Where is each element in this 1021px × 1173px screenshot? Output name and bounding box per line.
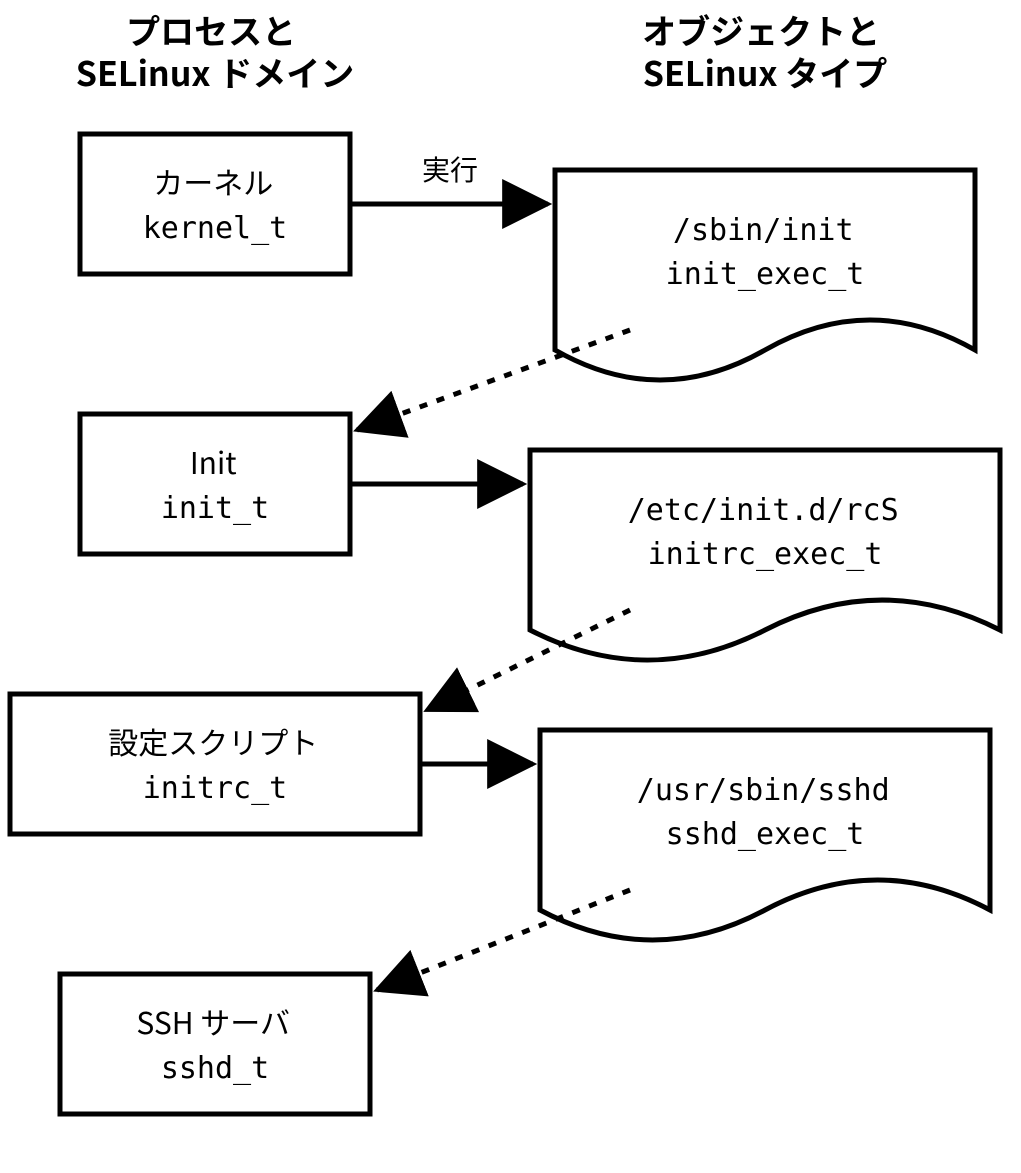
object-node-usr-sbin-sshd: /usr/sbin/sshd sshd_exec_t [540,730,990,940]
transition-arrow-sshd-to-sshd_t [377,890,630,990]
svg-text:カーネル kernel_t: カーネル kernel_t [143,159,288,246]
process-node-initrc: 設定スクリプト initrc_t [10,694,420,834]
transition-arrow-init-to-init_t [357,330,630,430]
process-node-kernel: カーネル kernel_t [80,134,350,274]
selinux-transition-diagram: プロセスと SELinux ドメイン オブジェクトと SELinux タイプ カ… [0,0,1021,1173]
object-node-sbin-init: /sbin/init init_exec_t [555,170,975,380]
process-node-sshd: SSH サーバ sshd_t [60,974,370,1114]
left-column-title: プロセスと SELinux ドメイン [76,5,354,96]
object-node-etc-initd-rcs: /etc/init.d/rcS initrc_exec_t [530,450,1000,660]
right-column-title: オブジェクトと SELinux タイプ [642,5,888,96]
exec-label: 実行 [422,149,478,189]
process-node-init: Init init_t [80,414,350,554]
